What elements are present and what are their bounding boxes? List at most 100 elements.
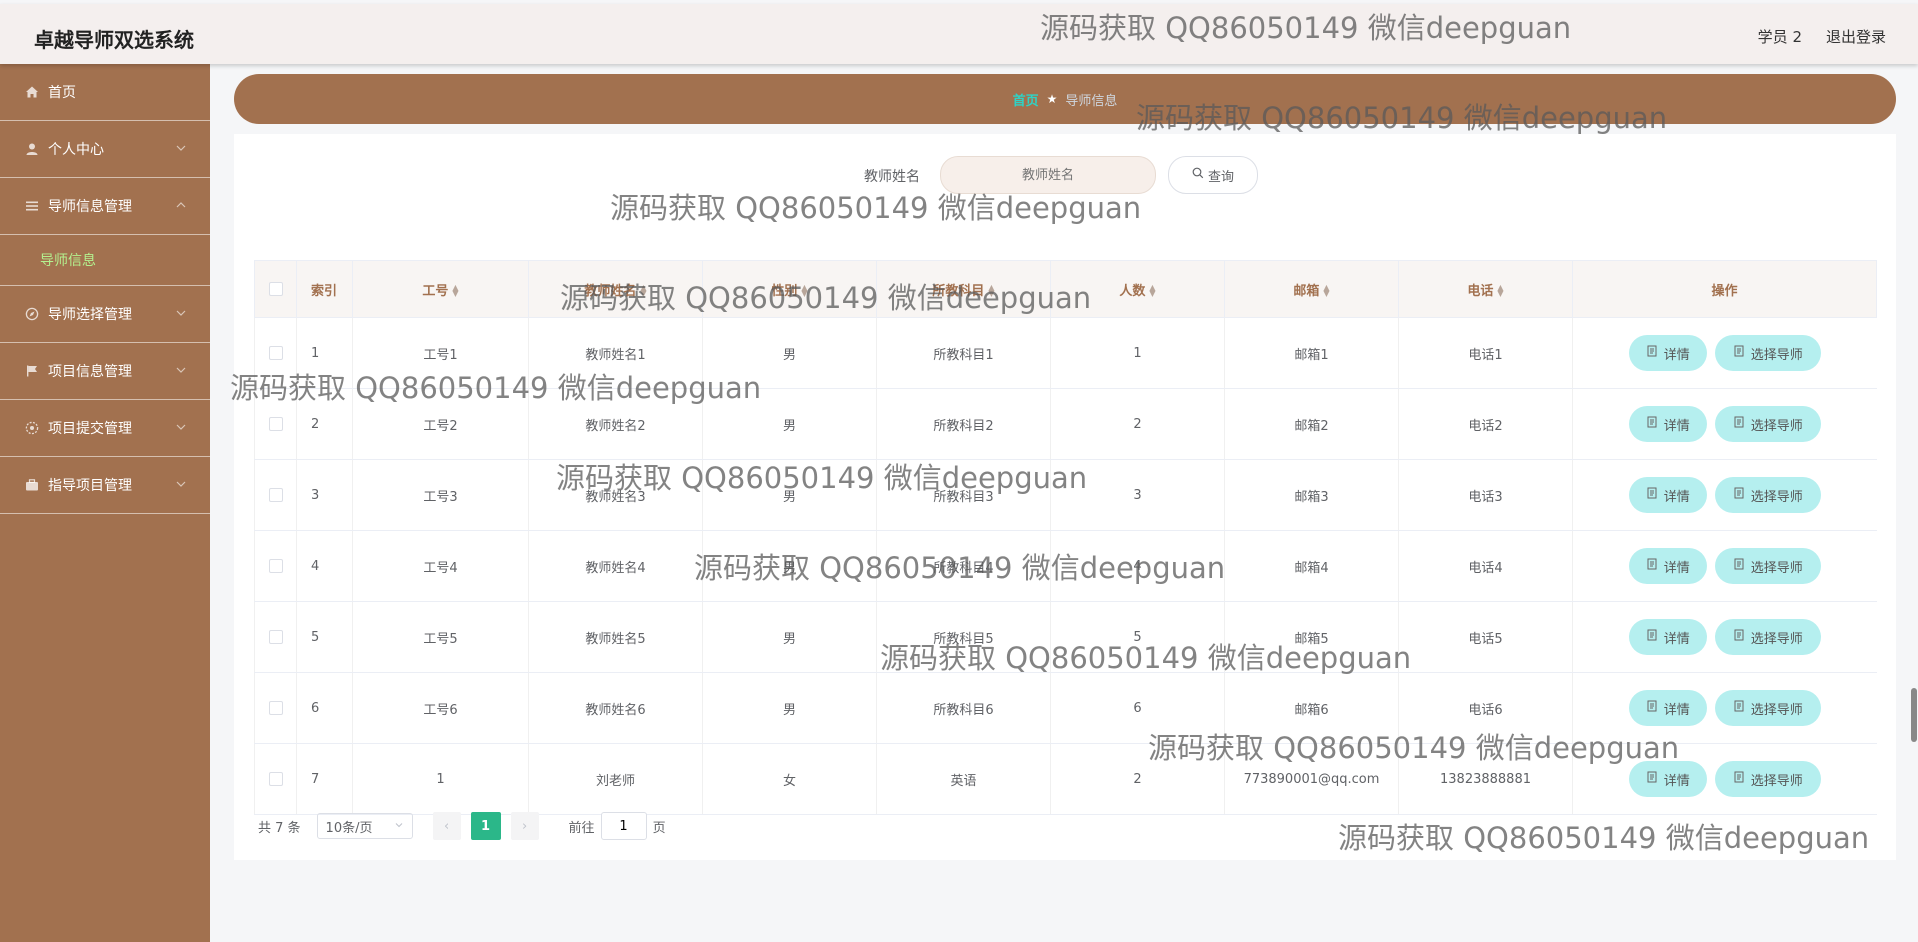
choose-tutor-button[interactable]: 选择导师 [1714,477,1821,513]
sidebar-item-project-submission-management[interactable]: 项目提交管理 [0,400,210,457]
column-header-job-no[interactable]: 工号 ▲ ▼ [352,260,529,318]
search-input[interactable] [940,156,1156,194]
column-header-email[interactable]: 邮箱 ▲ ▼ [1224,260,1399,318]
detail-button[interactable]: 详情 [1628,761,1707,797]
sidebar-item-profile[interactable]: 个人中心 [0,121,210,178]
sidebar-item-label: 项目信息管理 [48,364,132,380]
column-header-gender[interactable]: 性别 ▲ ▼ [702,260,877,318]
sort-icon[interactable]: ▲ ▼ [1149,284,1155,298]
column-header-phone[interactable]: 电话 ▲ ▼ [1398,260,1573,318]
row-checkbox[interactable] [268,346,283,360]
detail-button[interactable]: 详情 [1628,477,1707,513]
choose-tutor-button[interactable]: 选择导师 [1714,335,1821,371]
document-icon [1733,700,1745,716]
chevron-down-icon [174,141,188,155]
cell-job-no: 工号3 [352,459,529,531]
row-checkbox[interactable] [268,701,283,715]
choose-tutor-button[interactable]: 选择导师 [1714,690,1821,726]
prev-page-button[interactable]: ‹ [432,812,461,840]
choose-tutor-button-label: 选择导师 [1750,418,1803,434]
page-size-value: 10条/页 [325,820,373,836]
row-checkbox[interactable] [268,772,283,786]
cell-email: 邮箱4 [1224,530,1399,602]
scrollbar-thumb[interactable] [1911,688,1917,742]
sidebar-item-label: 导师选择管理 [48,307,132,323]
sort-icon[interactable]: ▲ ▼ [801,284,807,298]
sidebar-item-guided-project-management[interactable]: 指导项目管理 [0,457,210,514]
cell-job-no: 工号1 [352,317,529,389]
cell-ops: 详情 选择导师 [1572,459,1877,531]
choose-tutor-button[interactable]: 选择导师 [1714,548,1821,584]
column-header-count[interactable]: 人数 ▲ ▼ [1050,260,1225,318]
tutor-table: 索引 工号 ▲ ▼ 教师姓名 ▲ ▼ 性别 ▲ ▼ 所教科目 ▲ ▼ 人数 ▲ ▼ 邮箱 ▲ ▼ 电话 ▲… [254,260,1877,815]
sort-icon[interactable]: ▲ ▼ [1497,284,1503,298]
column-header-label: 所教科目 [932,283,985,299]
current-user[interactable]: 学员 2 [1758,26,1802,47]
cell-gender: 男 [702,459,877,531]
row-checkbox[interactable] [268,630,283,644]
cell-email: 邮箱2 [1224,388,1399,460]
detail-button[interactable]: 详情 [1628,690,1707,726]
cell-gender: 女 [702,743,877,815]
column-header-label: 电话 [1467,283,1494,299]
cell-phone: 电话5 [1398,601,1573,673]
table-row: 1 工号1 教师姓名1 男所教科目1 1 邮箱1 电话1 详情 选择导师 [254,317,1877,389]
detail-button[interactable]: 详情 [1628,406,1707,442]
cell-subject: 英语 [876,743,1051,815]
search-label: 教师姓名 [864,169,920,185]
goto-page-input[interactable] [600,812,647,840]
document-icon [1733,487,1745,503]
sort-icon[interactable]: ▲ ▼ [988,284,994,298]
search-button[interactable]: 查询 [1168,156,1258,194]
row-select-cell [254,388,297,460]
column-header-index: 索引 [296,260,353,318]
sort-icon[interactable]: ▲ ▼ [452,284,458,298]
table-row: 3 工号3 教师姓名3 男所教科目3 3 邮箱3 电话3 详情 选择导师 [254,459,1877,531]
next-page-button[interactable]: › [510,812,539,840]
logout-button[interactable]: 退出登录 [1826,26,1886,47]
choose-tutor-button[interactable]: 选择导师 [1714,406,1821,442]
detail-button[interactable]: 详情 [1628,619,1707,655]
document-icon [1733,416,1745,432]
choose-tutor-button[interactable]: 选择导师 [1714,761,1821,797]
sidebar-item-tutor-selection-management[interactable]: 导师选择管理 [0,286,210,343]
sidebar-item-tutor-info-management[interactable]: 导师信息管理 [0,178,210,235]
column-header-name[interactable]: 教师姓名 ▲ ▼ [528,260,703,318]
cell-ops: 详情 选择导师 [1572,317,1877,389]
choose-tutor-button[interactable]: 选择导师 [1714,619,1821,655]
cell-subject: 所教科目5 [876,601,1051,673]
sidebar-subitem-tutor-info[interactable]: 导师信息 [0,235,210,286]
row-checkbox[interactable] [268,488,283,502]
cell-ops: 详情 选择导师 [1572,743,1877,815]
cell-subject: 所教科目3 [876,459,1051,531]
document-icon [1646,771,1658,787]
cell-index: 4 [296,530,353,602]
choose-tutor-button-label: 选择导师 [1750,347,1803,363]
document-icon [1646,629,1658,645]
sidebar-item-home[interactable]: 首页 [0,64,210,121]
table-header-row: 索引 工号 ▲ ▼ 教师姓名 ▲ ▼ 性别 ▲ ▼ 所教科目 ▲ ▼ 人数 ▲ ▼ 邮箱 ▲ ▼ 电话 ▲… [254,260,1877,318]
detail-button[interactable]: 详情 [1628,335,1707,371]
select-all-checkbox[interactable] [268,282,283,296]
row-select-cell [254,459,297,531]
sidebar-item-label: 首页 [48,85,76,101]
breadcrumb-home[interactable]: 首页 [1013,90,1039,109]
sidebar-item-label: 个人中心 [48,142,104,158]
column-header-subject[interactable]: 所教科目 ▲ ▼ [876,260,1051,318]
sort-icon[interactable]: ▲ ▼ [1323,284,1329,298]
cell-ops: 详情 选择导师 [1572,672,1877,744]
sidebar-item-project-info-management[interactable]: 项目信息管理 [0,343,210,400]
row-checkbox[interactable] [268,417,283,431]
document-icon [1646,416,1658,432]
row-checkbox[interactable] [268,559,283,573]
detail-button[interactable]: 详情 [1628,548,1707,584]
page-size-select[interactable]: 10条/页 [316,813,413,839]
cell-name: 教师姓名5 [528,601,703,673]
sort-icon[interactable]: ▲ ▼ [640,284,646,298]
cell-count: 2 [1050,388,1225,460]
row-select-cell [254,530,297,602]
cell-index: 7 [296,743,353,815]
breadcrumb-current: 导师信息 [1065,93,1118,109]
page-number-current[interactable]: 1 [470,812,501,840]
flag-icon [24,363,40,379]
